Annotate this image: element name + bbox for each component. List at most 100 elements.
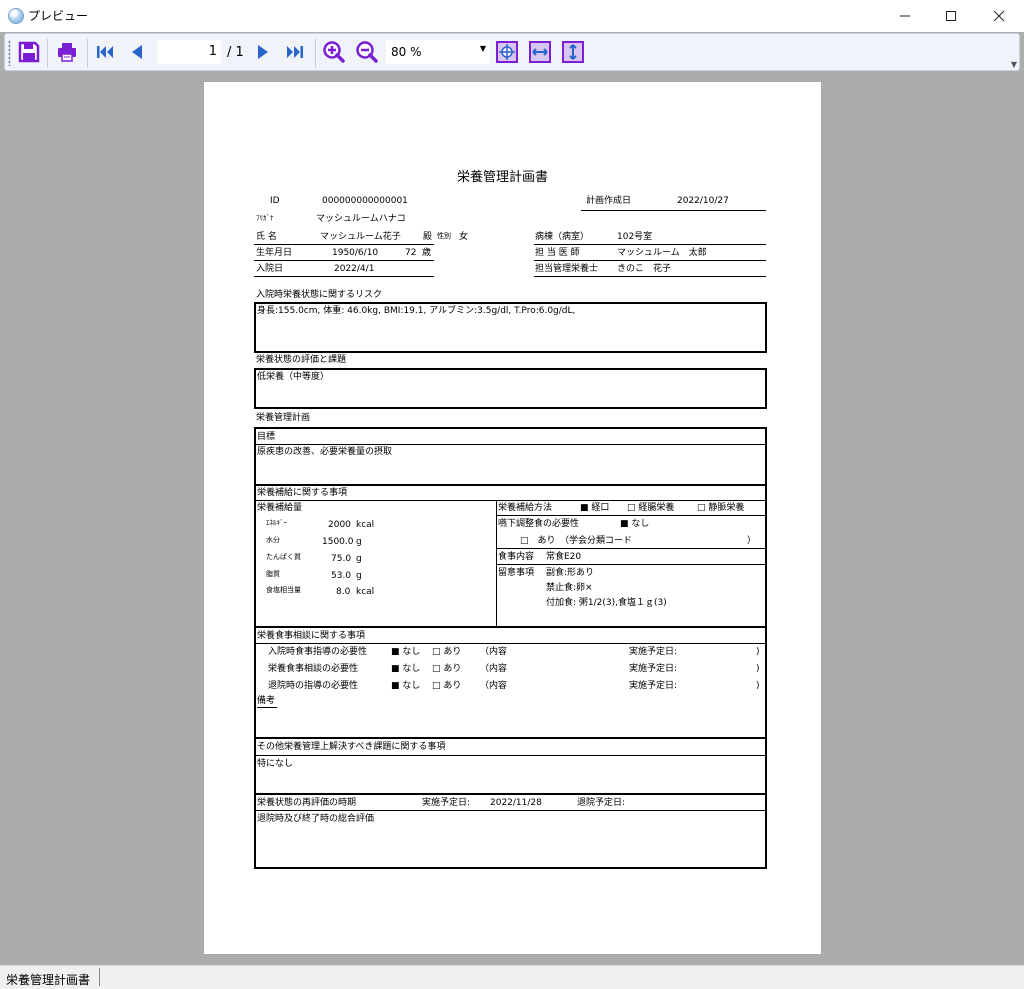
save-icon [18,41,40,63]
rule-line [256,626,765,628]
furigana-value: マッシュルームハナコ [316,214,406,224]
plan-date-label: 計画作成日 [586,196,632,206]
reeval-date-value: 2022/11/28 [490,798,542,808]
rule-line [256,643,765,644]
printer-icon [58,43,76,62]
eval-text: 低栄養（中等度） [257,372,330,382]
fit-page-button[interactable] [493,38,521,66]
risk-heading: 入院時栄養状態に関するリスク [256,290,383,300]
water-value: 1500.0 [322,537,354,547]
swallow-none: ■ なし [620,519,650,529]
note-line2: 禁止食:卵× [546,583,593,593]
previous-page-button[interactable] [123,38,151,66]
eval-box: 低栄養（中等度） [254,368,767,409]
consult-row-none: ■ なし [391,647,421,657]
reeval-label: 栄養状態の再評価の時期 [257,798,357,808]
id-value: 000000000000001 [322,196,408,206]
status-separator [99,968,100,986]
rule-line [254,276,434,277]
consult-row-yes: □ あり [432,664,462,674]
toolbar-overflow-icon[interactable]: ▼ [1011,60,1017,69]
last-page-button[interactable] [281,38,309,66]
consult-row-label: 退院時の指導の必要性 [268,681,359,691]
other-heading: その他栄養管理上解決すべき課題に関する事項 [257,742,446,752]
age-value: 72 [405,248,417,258]
note-line1: 副食:形あり [546,568,595,578]
zoom-select[interactable]: 80 % ▼ [386,40,490,64]
last-page-icon [287,46,303,58]
title-bar: プレビュー [0,0,1024,32]
protein-value: 75.0 [331,554,352,564]
birth-label: 生年月日 [256,248,293,258]
minimize-button[interactable] [882,0,928,32]
consult-row-yes: □ あり [432,647,462,657]
dietitian-label: 担当管理栄養士 [535,264,599,274]
rule-line [254,244,434,245]
maximize-icon [946,11,956,21]
salt-unit: kcal [356,587,375,597]
rule-line [256,500,765,501]
zoom-out-button[interactable] [353,38,381,66]
status-bar: 栄養管理計画書 [0,965,1024,989]
toolbar-separator [47,39,48,67]
birth-value: 1950/6/10 [332,248,379,258]
status-text: 栄養管理計画書 [6,973,91,987]
note-line3: 付加食: 粥1/2(3),食塩１ｇ(3) [546,598,667,608]
swallow-close: ） [747,536,757,546]
meal-value: 常食E20 [546,552,582,562]
doctor-label: 担 当 医 師 [535,248,580,258]
maximize-button[interactable] [928,0,974,32]
id-label: ID [270,196,280,206]
method-tube: □ 経腸栄養 [627,503,675,513]
save-button[interactable] [15,38,43,66]
consult-row-date: 実施予定日: [629,681,678,691]
rule-line [256,444,765,445]
supply-heading: 栄養補給に関する事項 [257,488,348,498]
fit-page-icon [496,41,518,63]
print-button[interactable] [53,38,81,66]
zoom-value: 80 % [391,45,422,59]
note-label: 留意事項 [498,568,535,578]
consult-row-date: 実施予定日: [629,647,678,657]
fit-width-icon [529,41,551,63]
doctor-value: マッシュルーム 太郎 [617,248,707,258]
consult-row-label: 栄養食事相談の必要性 [268,664,359,674]
consult-row-yes: □ あり [432,681,462,691]
rule-line [256,755,765,756]
dropdown-arrow-icon: ▼ [479,44,486,53]
close-icon [993,10,1005,22]
goal-label: 目標 [257,432,276,442]
risk-text: 身長:155.0cm, 体重: 46.0kg, BMI:19.1, アルブミン:… [257,306,576,316]
energy-label: ｴﾈﾙｷﾞｰ [266,519,287,527]
zoom-in-button[interactable] [320,38,348,66]
protein-unit: g [356,554,362,564]
supply-amount-label: 栄養補給量 [257,503,303,513]
next-page-button[interactable] [249,38,277,66]
consult-row-label: 入院時食事指導の必要性 [268,647,368,657]
fit-height-button[interactable] [559,38,587,66]
consult-heading: 栄養食事相談に関する事項 [257,631,366,641]
other-text: 特になし [257,759,294,769]
app-icon [8,8,24,24]
consult-row-close: ) [756,664,760,674]
fit-width-button[interactable] [526,38,554,66]
fat-value: 53.0 [331,571,352,581]
page-number-input[interactable]: 1 [157,40,221,64]
toolbar-grip[interactable] [8,40,11,66]
rule-line [254,260,434,261]
energy-value: 2000 [328,520,351,530]
page-total-label: / 1 [227,45,244,60]
close-button[interactable] [976,0,1022,32]
water-label: 水分 [266,536,280,544]
furigana-label: ﾌﾘｶﾞﾅ [256,214,274,222]
energy-unit: kcal [356,520,375,530]
plan-heading: 栄養管理計画 [256,413,311,423]
name-value: マッシュルーム花子 [320,232,401,242]
swallow-label: 嚥下調整食の必要性 [498,519,580,529]
fat-unit: g [356,571,362,581]
consult-row-none: ■ なし [391,681,421,691]
first-page-button[interactable] [91,38,119,66]
consult-row-content: （内容 [480,664,508,674]
swallow-yes: □ あり （学会分類コード [520,536,633,546]
zoom-out-icon [356,41,378,63]
